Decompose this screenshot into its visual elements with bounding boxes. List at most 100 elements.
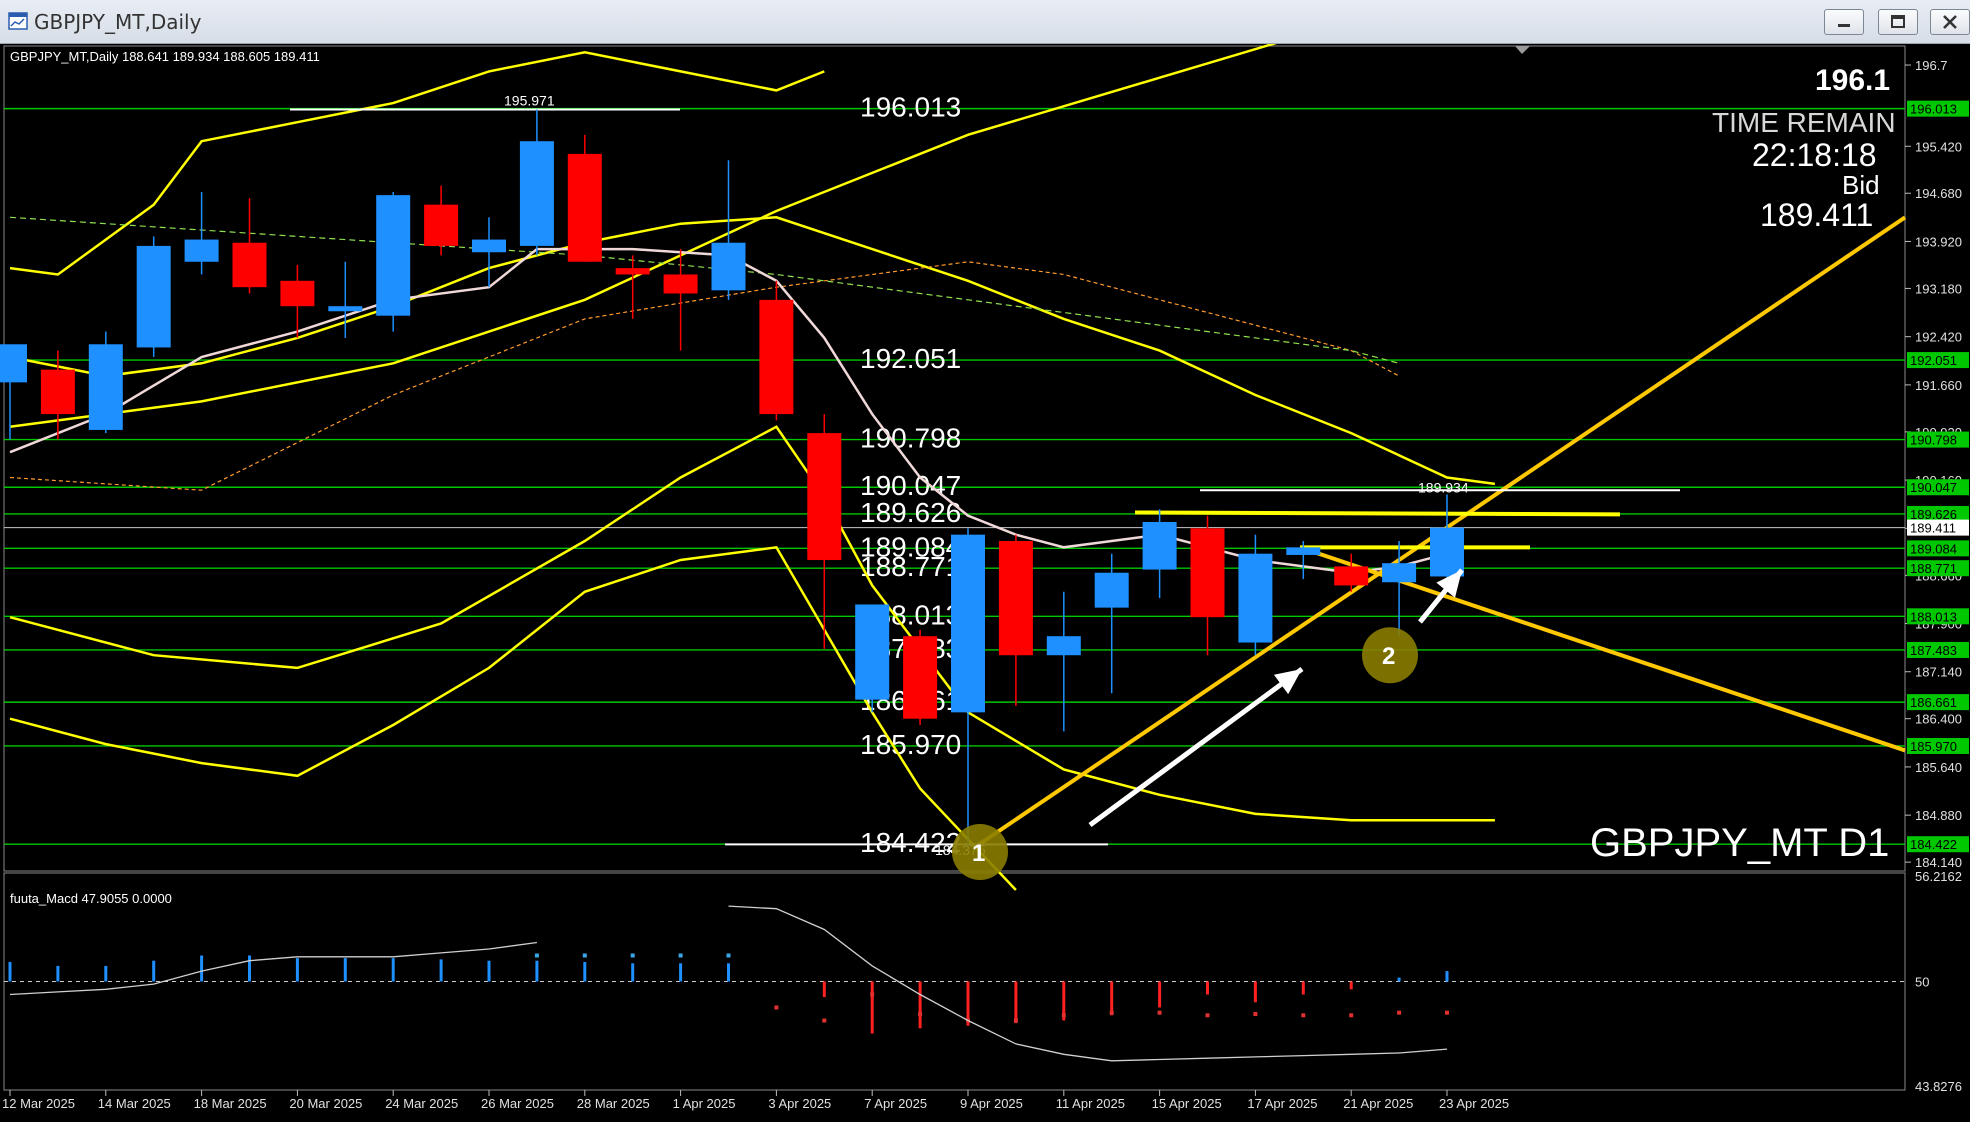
bid-value: 189.411 [1760, 197, 1873, 233]
price-axis-label: 194.680 [1915, 186, 1962, 201]
price-axis-label: 195.420 [1915, 139, 1962, 154]
price-axis-label: 196.7 [1915, 58, 1948, 73]
date-axis-label: 18 Mar 2025 [194, 1096, 267, 1111]
maximize-button[interactable] [1878, 9, 1918, 35]
maximize-icon [1891, 15, 1905, 28]
candle-body [1286, 547, 1321, 555]
candle-body [1190, 528, 1225, 618]
candle-body [328, 306, 363, 312]
candle-body [1238, 553, 1273, 643]
window-title: GBPJPY_MT,Daily [34, 10, 202, 34]
macd-signal-dot [822, 1018, 827, 1023]
candle-body [280, 280, 315, 307]
minimize-icon [1838, 24, 1850, 27]
candle-body [711, 242, 746, 291]
candle-body [519, 141, 554, 246]
candle-body [1382, 563, 1417, 583]
time-remain-label: TIME REMAIN [1712, 107, 1896, 138]
price-level-label: 192.051 [860, 343, 961, 374]
price-level-tag-text: 185.970 [1910, 739, 1957, 754]
candle-body [184, 239, 219, 262]
price-axis-label: 186.400 [1915, 712, 1962, 727]
date-axis-label: 12 Mar 2025 [2, 1096, 75, 1111]
chart-area[interactable]: 196.7 195.420 194.680 193.920 193.180 192.420… [0, 44, 1970, 1122]
price-axis-label: 184.140 [1915, 855, 1962, 870]
macd-indicator-label: fuuta_Macd 47.9055 0.0000 [10, 891, 172, 906]
macd-signal-dot [1397, 1010, 1402, 1015]
price-axis-label: 192.420 [1915, 330, 1962, 345]
candle-body [1094, 572, 1129, 608]
chart-window-icon [8, 12, 28, 30]
minimize-button[interactable] [1824, 9, 1864, 35]
candle-body [88, 344, 123, 430]
macd-axis-label: 43.8276 [1915, 1079, 1962, 1094]
price-level-tag-text: 184.422 [1910, 837, 1957, 852]
macd-signal-dot [534, 953, 539, 958]
chart-info-line: GBPJPY_MT,Daily 188.641 189.934 188.605 … [10, 49, 320, 64]
symbol-watermark: GBPJPY_MT D1 [1590, 821, 1889, 865]
date-axis-label: 21 Apr 2025 [1343, 1096, 1413, 1111]
date-axis-label: 7 Apr 2025 [864, 1096, 927, 1111]
date-axis-label: 9 Apr 2025 [960, 1096, 1023, 1111]
candle-body [40, 369, 75, 415]
date-axis-label: 26 Mar 2025 [481, 1096, 554, 1111]
candle-body [759, 299, 794, 415]
price-axis-label: 193.180 [1915, 281, 1962, 296]
bid-label: Bid [1842, 170, 1880, 200]
price-level-label: 188.771 [860, 551, 961, 582]
candle-body [424, 204, 459, 246]
macd-signal-dot [1157, 1010, 1162, 1015]
candle-body [1142, 521, 1177, 570]
chart-shift-marker [1515, 46, 1530, 54]
candle-body [472, 239, 506, 253]
indicator-band-line [9, 261, 1400, 491]
macd-signal-dot [726, 953, 731, 958]
price-top-readout: 196.1 [1815, 64, 1890, 97]
current-price-tag-text: 189.411 [1910, 521, 1956, 536]
price-level-tag-text: 189.084 [1910, 541, 1957, 556]
price-level-tag-text: 192.051 [1910, 353, 1957, 368]
macd-signal-dot [1445, 1010, 1449, 1015]
price-axis-label: 184.880 [1915, 808, 1962, 823]
price-axis-label: 191.660 [1915, 378, 1962, 393]
macd-signal-dot [678, 953, 683, 958]
time-remain-value: 22:18:18 [1752, 137, 1877, 173]
price-level-tag-text: 186.661 [1910, 695, 1957, 710]
horizontal-resistance-line [1134, 510, 1621, 517]
price-level-tag-text: 188.013 [1910, 609, 1957, 624]
price-level-tag-text: 190.047 [1910, 480, 1957, 495]
close-icon [1943, 15, 1957, 29]
wave-point-1-label: 1 [972, 840, 985, 867]
price-level-label: 185.970 [860, 729, 961, 760]
price-chart[interactable]: 196.7 195.420 194.680 193.920 193.180 192.420… [0, 44, 1970, 1122]
date-axis-label: 3 Apr 2025 [768, 1096, 831, 1111]
date-axis-label: 28 Mar 2025 [577, 1096, 650, 1111]
price-axis-label: 187.140 [1915, 665, 1962, 680]
macd-signal-dot [582, 953, 587, 958]
price-level-tag-text: 187.483 [1910, 643, 1957, 658]
date-axis-label: 1 Apr 2025 [673, 1096, 736, 1111]
high-price-label: 195.971 [504, 92, 555, 108]
window-titlebar[interactable]: GBPJPY_MT,Daily [0, 0, 1970, 44]
price-level-label: 196.013 [860, 92, 961, 123]
macd-signal-dot [1253, 1012, 1258, 1016]
price-level-tag-text: 196.013 [1910, 102, 1957, 117]
candle-body [376, 195, 411, 316]
candle-body [232, 242, 267, 288]
indicator-band-line [9, 44, 1278, 429]
indicator-band-line [9, 216, 1400, 364]
macd-signal-dot [1013, 1018, 1018, 1023]
candle-body [1430, 527, 1464, 577]
candle-body [951, 534, 985, 713]
candle-body [807, 433, 842, 561]
macd-signal-dot [1061, 1013, 1066, 1018]
candle-body [136, 245, 171, 348]
close-button[interactable] [1930, 9, 1970, 35]
candle-body [663, 274, 698, 294]
indicator-band-line [9, 51, 825, 276]
macd-signal-dot [630, 953, 635, 958]
last-high-label: 189.934 [1418, 479, 1469, 495]
candle-body [0, 344, 27, 383]
candle-body [567, 153, 602, 262]
macd-signal-dot [1205, 1013, 1210, 1018]
